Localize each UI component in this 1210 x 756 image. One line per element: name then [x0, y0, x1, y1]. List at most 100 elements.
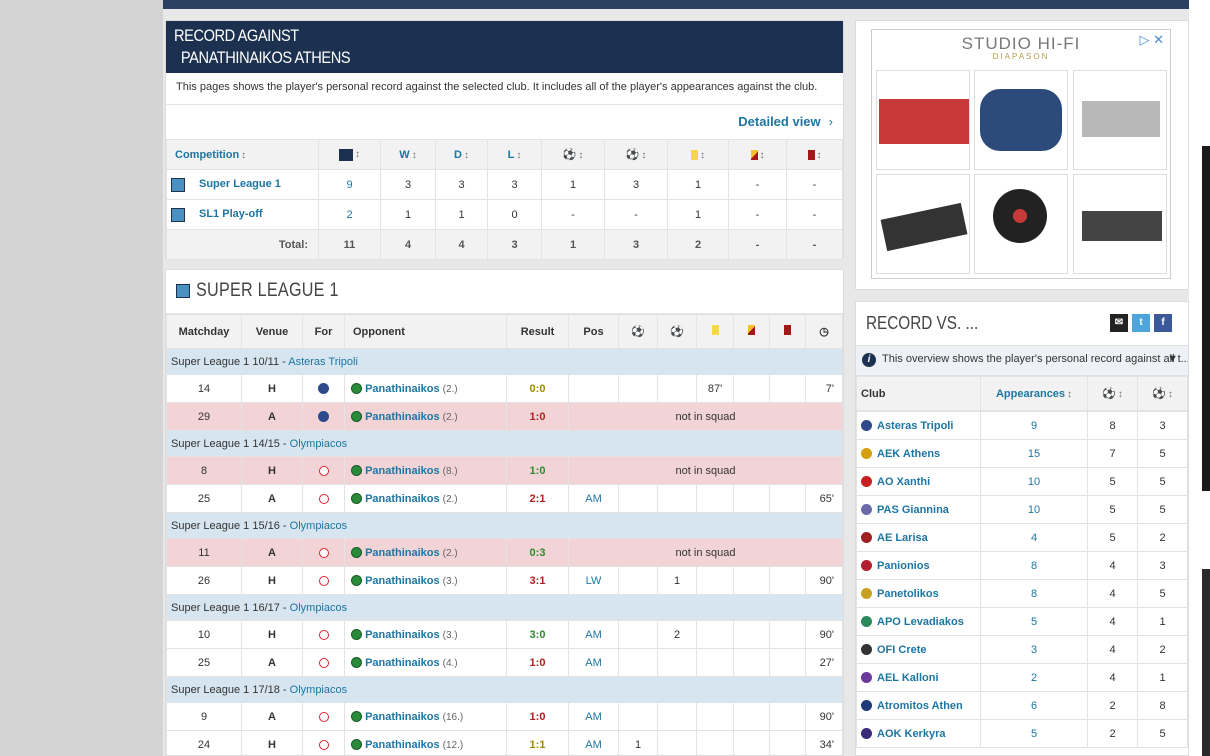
ad-product-tile[interactable] — [974, 174, 1068, 274]
apps-cell[interactable]: 9 — [318, 169, 381, 200]
goals-cell — [618, 620, 658, 649]
season-club-link[interactable]: Olympiacos — [290, 520, 347, 532]
twitter-share-icon[interactable]: t — [1132, 314, 1150, 332]
asteras-tripoli-icon[interactable] — [318, 411, 329, 423]
ad-product-tile[interactable] — [1073, 70, 1167, 170]
opponent-cell[interactable]: Panathinaikos (16.) — [344, 702, 507, 731]
club-cell[interactable]: Atromitos Athen — [856, 691, 981, 720]
dropdown-arrow-icon[interactable]: ▼ — [1167, 353, 1178, 365]
olympiacos-icon[interactable] — [318, 575, 329, 586]
club-cell[interactable]: Asteras Tripoli — [856, 411, 981, 440]
ad-product-tile[interactable] — [1073, 174, 1167, 274]
header-appearances[interactable]: Appearances ↕ — [980, 376, 1088, 411]
assists-cell: 8 — [1137, 691, 1188, 720]
appearances-cell[interactable]: 5 — [980, 719, 1088, 748]
assists-cell: - — [604, 199, 668, 230]
result-cell[interactable]: 1:1 — [506, 730, 569, 755]
facebook-share-icon[interactable]: f — [1154, 314, 1172, 332]
appearances-cell[interactable]: 9 — [980, 411, 1088, 440]
header-yellow[interactable]: ↕ — [667, 139, 729, 170]
club-cell[interactable]: APO Levadiakos — [856, 607, 981, 636]
olympiacos-icon[interactable] — [318, 629, 329, 640]
olympiacos-icon[interactable] — [318, 739, 329, 750]
ad-product-tile[interactable] — [974, 70, 1068, 170]
result-cell[interactable]: 3:1 — [506, 566, 569, 595]
club-cell[interactable]: OFI Crete — [856, 635, 981, 664]
assists-cell — [657, 702, 697, 731]
appearances-cell[interactable]: 2 — [980, 663, 1088, 692]
detailed-view-link[interactable]: Detailed view › — [166, 105, 843, 139]
ad-choices-icon[interactable]: ▷ ✕ — [1139, 32, 1164, 48]
result-cell[interactable]: 1:0 — [506, 702, 569, 731]
competition-cell[interactable]: Super League 1 — [166, 169, 319, 200]
opponent-cell[interactable]: Panathinaikos (4.) — [344, 648, 507, 677]
header-goals[interactable]: ⚽ ↕ — [1087, 376, 1138, 411]
result-cell[interactable]: 1:0 — [506, 648, 569, 677]
header-assists[interactable]: ⚽ ↕ — [604, 139, 668, 170]
opponent-cell[interactable]: Panathinaikos (2.) — [344, 402, 507, 431]
header-losses[interactable]: L ↕ — [487, 139, 542, 170]
appearances-cell[interactable]: 10 — [980, 495, 1088, 524]
header-assists[interactable]: ⚽ ↕ — [1137, 376, 1188, 411]
competition-cell[interactable]: SL1 Play-off — [166, 199, 319, 230]
result-cell[interactable]: 1:0 — [506, 402, 569, 431]
season-club-link[interactable]: Olympiacos — [290, 684, 347, 696]
season-club-link[interactable]: Olympiacos — [290, 602, 347, 614]
opponent-cell[interactable]: Panathinaikos (2.) — [344, 374, 507, 403]
asteras-tripoli-icon[interactable] — [318, 383, 329, 395]
olympiacos-icon[interactable] — [318, 547, 329, 558]
advertisement[interactable]: STUDIO HI-FI DIAPASON ▷ ✕ — [871, 29, 1171, 279]
appearances-cell[interactable]: 3 — [980, 635, 1088, 664]
club-cell[interactable]: Panionios — [856, 551, 981, 580]
result-cell[interactable]: 0:0 — [506, 374, 569, 403]
olympiacos-icon[interactable] — [318, 493, 329, 504]
appearances-cell[interactable]: 6 — [980, 691, 1088, 720]
detailed-view-label[interactable]: Detailed view — [738, 114, 820, 129]
result-cell[interactable]: 2:1 — [506, 484, 569, 513]
ad-product-tile[interactable] — [876, 174, 970, 274]
header-draws[interactable]: D ↕ — [435, 139, 488, 170]
appearances-cell[interactable]: 10 — [980, 467, 1088, 496]
header-wins[interactable]: W ↕ — [380, 139, 436, 170]
apps-cell[interactable]: 2 — [318, 199, 381, 230]
appearances-cell[interactable]: 5 — [980, 607, 1088, 636]
assists-cell: 5 — [1137, 467, 1188, 496]
club-cell[interactable]: AEL Kalloni — [856, 663, 981, 692]
email-share-icon[interactable]: ✉ — [1110, 314, 1128, 332]
opponent-cell[interactable]: Panathinaikos (3.) — [344, 620, 507, 649]
opponent-cell[interactable]: Panathinaikos (2.) — [344, 484, 507, 513]
opponent-cell[interactable]: Panathinaikos (3.) — [344, 566, 507, 595]
opponent-cell[interactable]: Panathinaikos (8.) — [344, 456, 507, 485]
appearances-cell[interactable]: 4 — [980, 523, 1088, 552]
appearances-cell[interactable]: 8 — [980, 551, 1088, 580]
red-cell — [769, 620, 806, 649]
result-cell[interactable]: 0:3 — [506, 538, 569, 567]
header-competition[interactable]: Competition ↕ — [166, 139, 319, 170]
result-cell[interactable]: 3:0 — [506, 620, 569, 649]
appearances-cell[interactable]: 15 — [980, 439, 1088, 468]
second-yellow-cell — [733, 484, 770, 513]
appearances-cell[interactable]: 8 — [980, 579, 1088, 608]
club-cell[interactable]: AE Larisa — [856, 523, 981, 552]
record-vs-info[interactable]: i This overview shows the player's person… — [856, 346, 1188, 376]
season-club-link[interactable]: Asteras Tripoli — [288, 356, 358, 368]
ad-product-tile[interactable] — [876, 70, 970, 170]
header-goals[interactable]: ⚽ ↕ — [541, 139, 605, 170]
olympiacos-icon[interactable] — [318, 657, 329, 668]
header-second-yellow[interactable]: ↕ — [728, 139, 787, 170]
opponent-cell[interactable]: Panathinaikos (12.) — [344, 730, 507, 755]
header-red[interactable]: ↕ — [786, 139, 843, 170]
header-yellow — [696, 314, 734, 349]
club-cell[interactable]: PAS Giannina — [856, 495, 981, 524]
assists-cell: 5 — [1137, 579, 1188, 608]
olympiacos-icon[interactable] — [318, 465, 329, 476]
club-cell[interactable]: AEK Athens — [856, 439, 981, 468]
olympiacos-icon[interactable] — [318, 711, 329, 722]
result-cell[interactable]: 1:0 — [506, 456, 569, 485]
season-club-link[interactable]: Olympiacos — [290, 438, 347, 450]
club-cell[interactable]: AOK Kerkyra — [856, 719, 981, 748]
opponent-cell[interactable]: Panathinaikos (2.) — [344, 538, 507, 567]
header-appearances[interactable]: ↕ — [318, 139, 381, 170]
club-cell[interactable]: Panetolikos — [856, 579, 981, 608]
club-cell[interactable]: AO Xanthi — [856, 467, 981, 496]
